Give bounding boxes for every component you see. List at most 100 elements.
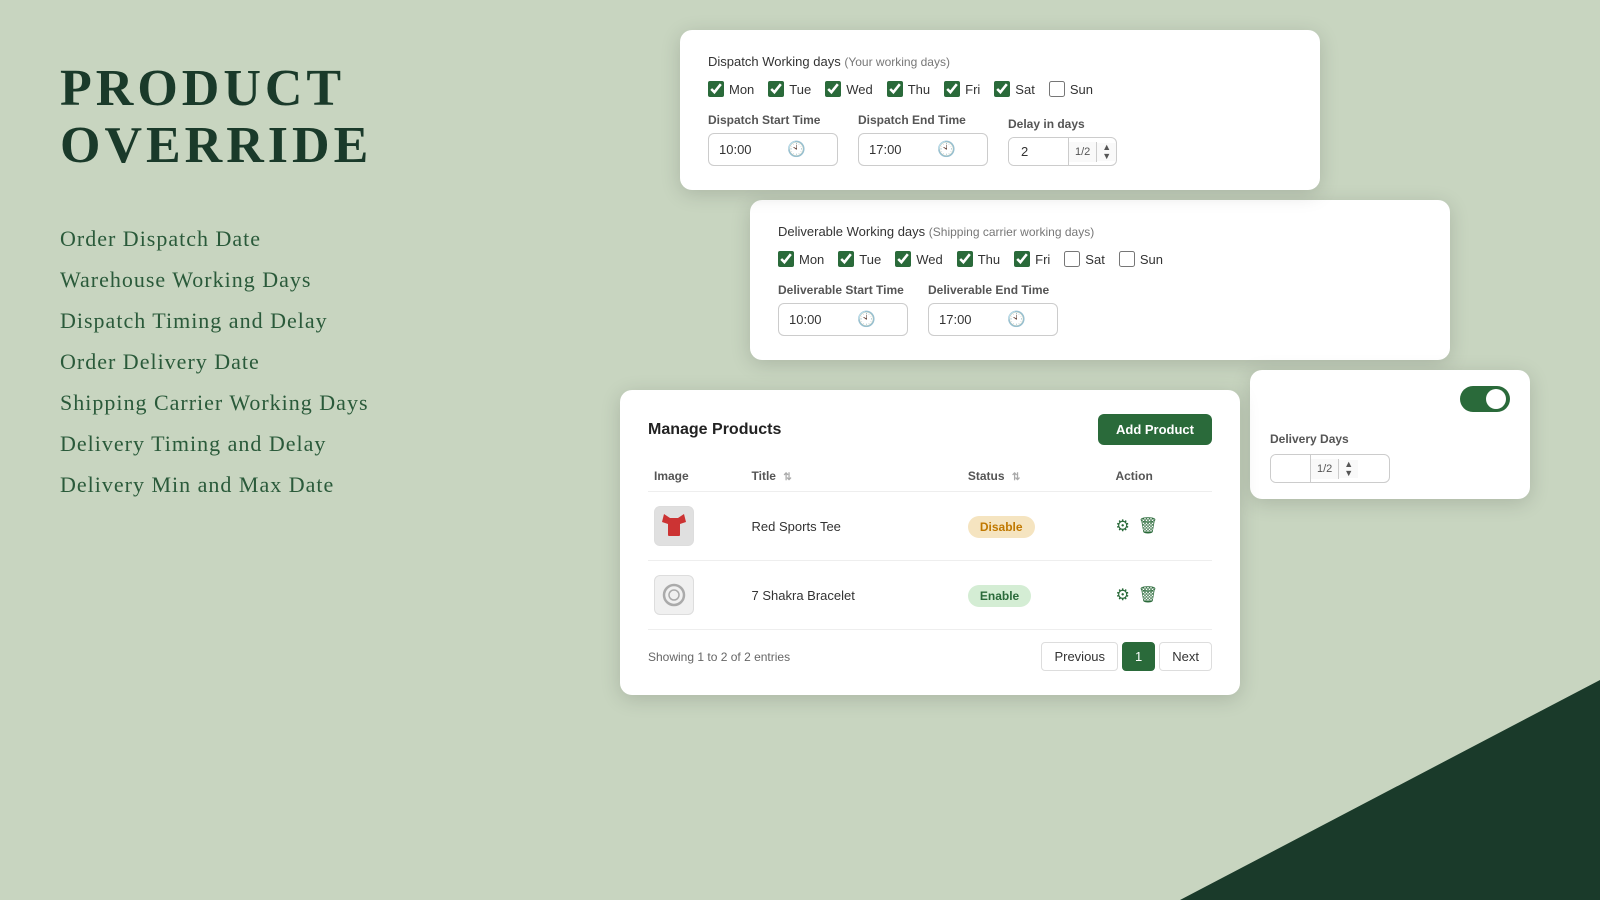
- col-status: Status ⇅: [962, 461, 1110, 492]
- toggle-card-delivery-section: Delivery Days 1/2 ▲ ▼: [1270, 432, 1510, 483]
- delivery-days-row: Mon Tue Wed Thu Fri Sat: [778, 251, 1422, 267]
- delivery-day-fri[interactable]: Fri: [1014, 251, 1050, 267]
- feature-item-7: Delivery Min and Max Date: [60, 468, 560, 501]
- delivery-end-time-label: Deliverable End Time: [928, 283, 1058, 297]
- delivery-start-time-group: Deliverable Start Time 🕙: [778, 283, 908, 336]
- dispatch-delay-down-button[interactable]: ▼: [1097, 152, 1116, 161]
- delivery-day-thu[interactable]: Thu: [957, 251, 1000, 267]
- table-row: Red Sports Tee Disable ⚙ 🗑: [648, 492, 1212, 561]
- dispatch-thu-checkbox[interactable]: [887, 81, 903, 97]
- add-product-button[interactable]: Add Product: [1098, 414, 1212, 445]
- delivery-day-tue[interactable]: Tue: [838, 251, 881, 267]
- status-sort-icon[interactable]: ⇅: [1012, 472, 1020, 483]
- delivery-day-wed[interactable]: Wed: [895, 251, 943, 267]
- dispatch-sun-checkbox[interactable]: [1049, 81, 1065, 97]
- delivery-card-title: Deliverable Working days (Shipping carri…: [778, 224, 1422, 239]
- delivery-days-label: Delivery Days: [1270, 432, 1510, 446]
- dispatch-end-time-group: Dispatch End Time 🕙: [858, 113, 988, 166]
- dispatch-end-time-input-wrap: 🕙: [858, 133, 988, 166]
- left-panel: Product Override Order Dispatch Date War…: [0, 0, 620, 900]
- dispatch-day-sun[interactable]: Sun: [1049, 81, 1093, 97]
- products-card-title: Manage Products: [648, 421, 781, 439]
- row1-delete-icon[interactable]: 🗑: [1138, 516, 1158, 536]
- dispatch-day-fri[interactable]: Fri: [944, 81, 980, 97]
- dispatch-delay-number-input[interactable]: [1009, 138, 1069, 165]
- row2-delete-icon[interactable]: 🗑: [1138, 585, 1158, 605]
- row1-status-badge: Disable: [968, 516, 1035, 538]
- delivery-day-sun[interactable]: Sun: [1119, 251, 1163, 267]
- row1-settings-icon[interactable]: ⚙: [1115, 516, 1129, 536]
- dispatch-time-fields: Dispatch Start Time 🕙 Dispatch End Time …: [708, 113, 1292, 166]
- dispatch-delay-group: Delay in days 1/2 ▲ ▼: [1008, 117, 1117, 166]
- dispatch-day-wed[interactable]: Wed: [825, 81, 873, 97]
- dispatch-wed-checkbox[interactable]: [825, 81, 841, 97]
- dispatch-card-title: Dispatch Working days (Your working days…: [708, 54, 1292, 69]
- dispatch-start-time-input[interactable]: [719, 142, 779, 157]
- next-button[interactable]: Next: [1159, 642, 1212, 671]
- feature-item-1: Order Dispatch Date: [60, 222, 560, 255]
- row1-status-cell: Disable: [962, 492, 1110, 561]
- delivery-time-fields: Deliverable Start Time 🕙 Deliverable End…: [778, 283, 1422, 336]
- delivery-end-time-input[interactable]: [939, 312, 999, 327]
- dispatch-start-clock-icon: 🕙: [787, 140, 806, 159]
- row1-action-cell: ⚙ 🗑: [1109, 492, 1212, 561]
- products-table: Image Title ⇅ Status ⇅ Action: [648, 461, 1212, 630]
- toggle-knob: [1486, 389, 1506, 409]
- row2-title-cell: 7 Shakra Bracelet: [746, 561, 962, 630]
- dispatch-end-time-input[interactable]: [869, 142, 929, 157]
- feature-list: Order Dispatch Date Warehouse Working Da…: [60, 222, 560, 501]
- title-sort-icon[interactable]: ⇅: [783, 472, 791, 483]
- toggle-delivery-down-button[interactable]: ▼: [1339, 469, 1358, 478]
- products-header: Manage Products Add Product: [648, 414, 1212, 445]
- delivery-sat-checkbox[interactable]: [1064, 251, 1080, 267]
- dispatch-delay-spinner: ▲ ▼: [1097, 143, 1116, 161]
- previous-button[interactable]: Previous: [1041, 642, 1118, 671]
- row2-product-image: [654, 575, 694, 615]
- delivery-tue-checkbox[interactable]: [838, 251, 854, 267]
- page-1-button[interactable]: 1: [1122, 642, 1155, 671]
- toggle-delivery-days-input-wrap: 1/2 ▲ ▼: [1270, 454, 1390, 483]
- dispatch-delay-label: Delay in days: [1008, 117, 1117, 131]
- delivery-day-sat[interactable]: Sat: [1064, 251, 1105, 267]
- delivery-fri-checkbox[interactable]: [1014, 251, 1030, 267]
- delivery-start-time-input-wrap: 🕙: [778, 303, 908, 336]
- dispatch-fri-checkbox[interactable]: [944, 81, 960, 97]
- feature-item-5: Shipping Carrier Working Days: [60, 386, 560, 419]
- dispatch-day-thu[interactable]: Thu: [887, 81, 930, 97]
- dispatch-mon-checkbox[interactable]: [708, 81, 724, 97]
- toggle-delivery-fraction: 1/2: [1311, 459, 1339, 479]
- delivery-start-time-input[interactable]: [789, 312, 849, 327]
- toggle-delivery-days-input[interactable]: [1271, 455, 1311, 482]
- delivery-end-time-group: Deliverable End Time 🕙: [928, 283, 1058, 336]
- row2-action-cell: ⚙ 🗑: [1109, 561, 1212, 630]
- right-panel: Dispatch Working days (Your working days…: [620, 0, 1600, 900]
- delivery-day-mon[interactable]: Mon: [778, 251, 824, 267]
- dispatch-delay-input-wrap: 1/2 ▲ ▼: [1008, 137, 1117, 166]
- dispatch-day-tue[interactable]: Tue: [768, 81, 811, 97]
- feature-item-6: Delivery Timing and Delay: [60, 427, 560, 460]
- dispatch-days-row: Mon Tue Wed Thu Fri Sat: [708, 81, 1292, 97]
- delivery-end-time-input-wrap: 🕙: [928, 303, 1058, 336]
- delivery-thu-checkbox[interactable]: [957, 251, 973, 267]
- toggle-switch[interactable]: [1460, 386, 1510, 412]
- dispatch-tue-checkbox[interactable]: [768, 81, 784, 97]
- delivery-mon-checkbox[interactable]: [778, 251, 794, 267]
- delivery-wed-checkbox[interactable]: [895, 251, 911, 267]
- table-row: 7 Shakra Bracelet Enable ⚙ 🗑: [648, 561, 1212, 630]
- showing-text: Showing 1 to 2 of 2 entries: [648, 650, 790, 664]
- row2-image-cell: [648, 561, 746, 630]
- dispatch-start-time-group: Dispatch Start Time 🕙: [708, 113, 838, 166]
- delivery-sun-checkbox[interactable]: [1119, 251, 1135, 267]
- dispatch-sat-checkbox[interactable]: [994, 81, 1010, 97]
- table-footer: Showing 1 to 2 of 2 entries Previous 1 N…: [648, 630, 1212, 671]
- delivery-start-clock-icon: 🕙: [857, 310, 876, 329]
- row1-title-cell: Red Sports Tee: [746, 492, 962, 561]
- feature-item-3: Dispatch Timing and Delay: [60, 304, 560, 337]
- delivery-start-time-label: Deliverable Start Time: [778, 283, 908, 297]
- dispatch-start-time-input-wrap: 🕙: [708, 133, 838, 166]
- dispatch-day-mon[interactable]: Mon: [708, 81, 754, 97]
- pagination: Previous 1 Next: [1041, 642, 1212, 671]
- dispatch-day-sat[interactable]: Sat: [994, 81, 1035, 97]
- row2-settings-icon[interactable]: ⚙: [1115, 585, 1129, 605]
- dispatch-delay-fraction: 1/2: [1069, 142, 1097, 162]
